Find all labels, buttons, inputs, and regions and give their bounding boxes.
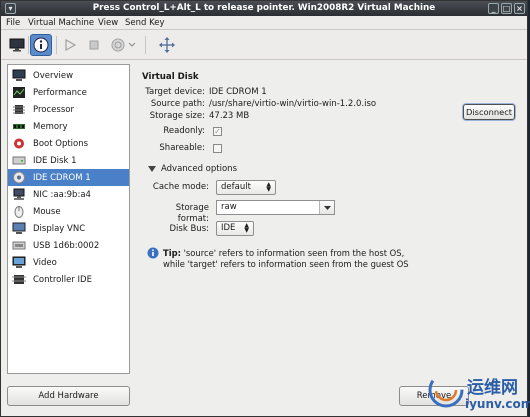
sidebar-item-label: Processor [33, 104, 74, 115]
storage-format-label: Storage format: [175, 203, 209, 224]
sidebar-item-label: NIC :aa:9b:a4 [33, 189, 91, 200]
mouse-icon [14, 206, 24, 218]
dropdown-arrow-icon[interactable] [125, 34, 139, 56]
target-device-value: IDE CDROM 1 [209, 87, 267, 97]
info-tip-icon [147, 247, 159, 259]
performance-icon [13, 87, 25, 98]
sidebar-item-ide-cdrom-1[interactable]: IDE CDROM 1 [8, 169, 129, 186]
sidebar-item-label: USB 1d6b:0002 [33, 240, 100, 251]
shareable-label: Shareable: [159, 143, 205, 153]
chevron-down-icon [324, 206, 331, 210]
menu-file[interactable]: File [6, 17, 20, 29]
storage-size-value: 47.23 MB [209, 111, 250, 121]
sidebar-item-label: Mouse [33, 206, 61, 217]
target-device-label: Target device: [145, 87, 205, 97]
memory-icon [13, 124, 25, 129]
controller-icon [12, 275, 26, 284]
toolbar [1, 30, 527, 60]
spin-arrows-icon: ▲ ▼ [244, 222, 249, 234]
cache-mode-select[interactable]: default ▲ ▼ [216, 180, 276, 195]
menu-view[interactable]: View [98, 17, 118, 29]
fullscreen-icon[interactable] [156, 34, 178, 56]
tip-text: Tip: 'source' refers to information seen… [163, 248, 413, 269]
spin-arrows-icon: ▲ ▼ [266, 181, 271, 193]
source-path-label: Source path: [150, 99, 205, 109]
sidebar-item-mouse[interactable]: Mouse [8, 203, 129, 220]
sidebar-item-overview[interactable]: Overview [8, 67, 129, 84]
sidebar-item-label: Overview [33, 70, 74, 81]
disk-bus-select[interactable]: IDE ▲ ▼ [216, 221, 254, 236]
screen-icon[interactable] [6, 34, 28, 56]
play-icon[interactable] [59, 34, 81, 56]
advanced-options-label: Advanced options [161, 164, 237, 174]
pause-icon[interactable] [83, 34, 105, 56]
sidebar-item-controller-ide[interactable]: Controller IDE [8, 271, 129, 288]
display-icon [12, 222, 26, 234]
tip-bold: Tip: [163, 248, 181, 258]
storage-format-combo[interactable]: raw [216, 200, 335, 215]
overview-icon [12, 69, 26, 81]
cache-mode-label: Cache mode: [152, 182, 209, 192]
sidebar-item-label: Controller IDE [33, 274, 92, 285]
menu-send-key[interactable]: Send Key [125, 17, 165, 29]
cache-mode-value: default [221, 182, 251, 192]
disk-bus-value: IDE [221, 223, 236, 233]
cdrom-icon [13, 171, 25, 184]
minimize-icon[interactable]: _ [488, 3, 499, 14]
sidebar-item-label: Performance [33, 87, 87, 98]
usb-icon [12, 241, 26, 250]
sidebar-item-processor[interactable]: Processor [8, 101, 129, 118]
sidebar-item-label: IDE CDROM 1 [33, 172, 91, 183]
advanced-options-expander[interactable]: Advanced options [148, 164, 237, 174]
watermark-cn-text: 运维网 [467, 378, 518, 398]
maximize-icon[interactable]: □ [501, 3, 512, 14]
disk-icon [12, 156, 26, 165]
section-title: Virtual Disk [142, 72, 199, 82]
sidebar-item-boot-options[interactable]: Boot Options [8, 135, 129, 152]
disconnect-button[interactable]: Disconnect [463, 104, 515, 120]
hardware-list: Overview Performance Processor Memory Bo… [7, 64, 130, 374]
readonly-checkbox[interactable]: ✓ [213, 127, 222, 136]
window-titlebar[interactable]: ▾ Press Control_L+Alt_L to release point… [1, 1, 527, 16]
close-icon[interactable]: × [514, 3, 525, 14]
storage-format-value: raw [221, 202, 237, 212]
storage-size-label: Storage size: [149, 111, 205, 121]
menubar: File Virtual Machine View Send Key [1, 16, 527, 30]
processor-icon [13, 105, 25, 114]
expander-arrow-icon [148, 165, 156, 172]
watermark-logo [428, 372, 464, 408]
sidebar-item-label: Video [33, 257, 57, 268]
sidebar-item-label: Display VNC [33, 223, 86, 234]
sidebar-item-label: Boot Options [33, 138, 89, 149]
sidebar-item-ide-disk-1[interactable]: IDE Disk 1 [8, 152, 129, 169]
menu-virtual-machine[interactable]: Virtual Machine [28, 17, 94, 29]
window-menu-icon[interactable]: ▾ [5, 3, 16, 14]
shareable-checkbox[interactable] [213, 144, 222, 153]
sidebar-item-nic[interactable]: NIC :aa:9b:a4 [8, 186, 129, 203]
video-icon [12, 256, 26, 268]
disk-bus-label: Disk Bus: [169, 224, 209, 234]
nic-icon [13, 188, 25, 200]
vm-window: ▾ Press Control_L+Alt_L to release point… [0, 0, 530, 417]
readonly-label: Readonly: [163, 126, 205, 136]
sidebar-item-performance[interactable]: Performance [8, 84, 129, 101]
sidebar-item-usb[interactable]: USB 1d6b:0002 [8, 237, 129, 254]
sidebar-item-memory[interactable]: Memory [8, 118, 129, 135]
source-path-value: /usr/share/virtio-win/virtio-win-1.2.0.i… [209, 99, 377, 109]
watermark-domain: iyunv.com [465, 397, 530, 411]
sidebar-item-display-vnc[interactable]: Display VNC [8, 220, 129, 237]
add-hardware-button[interactable]: Add Hardware [7, 386, 130, 406]
tip-body: 'source' refers to information seen from… [163, 248, 409, 269]
sidebar-item-label: IDE Disk 1 [33, 155, 77, 166]
storage-format-dropdown[interactable] [319, 201, 334, 214]
window-title: Press Control_L+Alt_L to release pointer… [92, 3, 436, 13]
info-icon[interactable] [30, 34, 52, 56]
boot-icon [14, 138, 24, 149]
sidebar-item-label: Memory [33, 121, 68, 132]
sidebar-item-video[interactable]: Video [8, 254, 129, 271]
